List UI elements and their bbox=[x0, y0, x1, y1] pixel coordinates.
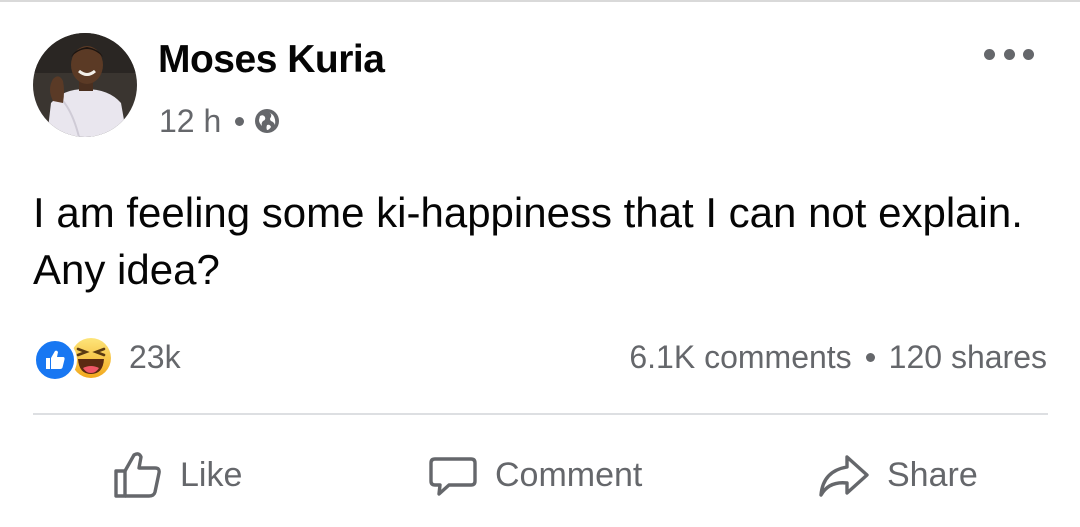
share-arrow-icon bbox=[819, 455, 869, 497]
reactions-summary[interactable]: 23k bbox=[33, 334, 181, 382]
action-bar: Like Comment Share bbox=[0, 440, 1080, 510]
separator-dot bbox=[865, 352, 875, 362]
top-divider bbox=[0, 0, 1080, 2]
post-stats: 6.1K comments 120 shares bbox=[629, 334, 1047, 380]
separator-dot bbox=[235, 116, 245, 126]
globe-icon[interactable] bbox=[254, 108, 280, 134]
avatar-photo bbox=[33, 33, 137, 137]
action-divider bbox=[33, 413, 1048, 415]
share-button[interactable]: Share bbox=[817, 440, 978, 510]
thumbs-up-icon bbox=[114, 452, 161, 498]
comment-label: Comment bbox=[495, 455, 643, 494]
like-reaction-icon bbox=[33, 338, 77, 382]
post-meta: 12 h bbox=[159, 101, 280, 141]
author-name[interactable]: Moses Kuria bbox=[158, 38, 385, 82]
reaction-count: 23k bbox=[129, 338, 181, 375]
reaction-icons bbox=[33, 334, 119, 382]
comment-button[interactable]: Comment bbox=[427, 440, 642, 510]
post-time[interactable]: 12 h bbox=[159, 103, 221, 140]
like-button[interactable]: Like bbox=[112, 440, 242, 510]
more-dot-icon bbox=[984, 48, 995, 60]
like-label: Like bbox=[180, 455, 243, 494]
share-label: Share bbox=[887, 455, 978, 494]
more-options-button[interactable] bbox=[984, 42, 1034, 66]
shares-count[interactable]: 120 shares bbox=[889, 339, 1047, 376]
more-dot-icon bbox=[1023, 48, 1034, 60]
post-text: I am feeling some ki-happiness that I ca… bbox=[33, 189, 1023, 293]
author-avatar[interactable] bbox=[33, 33, 137, 137]
comment-bubble-icon bbox=[429, 457, 477, 496]
more-dot-icon bbox=[1003, 48, 1015, 60]
comments-count[interactable]: 6.1K comments bbox=[629, 339, 851, 376]
facebook-post: Moses Kuria 12 h I am feeling some ki-ha… bbox=[0, 0, 1080, 527]
